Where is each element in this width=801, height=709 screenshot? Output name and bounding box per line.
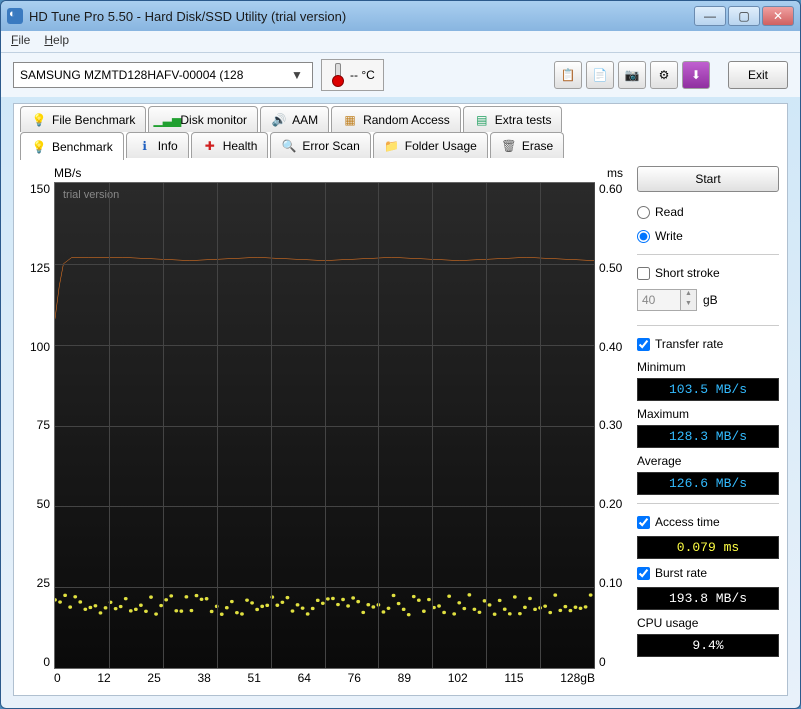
- maximum-label: Maximum: [637, 407, 779, 421]
- temperature-display: -- °C: [321, 59, 384, 91]
- tab-icon: ▤: [474, 112, 490, 128]
- minimum-value: 103.5 MB/s: [637, 378, 779, 401]
- minimize-button[interactable]: —: [694, 6, 726, 26]
- tab-icon: 💡: [31, 139, 47, 155]
- menu-help[interactable]: Help: [44, 33, 69, 50]
- exit-button[interactable]: Exit: [728, 61, 788, 89]
- access-time-value: 0.079 ms: [637, 536, 779, 559]
- cpu-usage-label: CPU usage: [637, 616, 779, 630]
- tab-icon: ✚: [202, 138, 218, 154]
- tab-error-scan[interactable]: 🔍 Error Scan: [270, 132, 370, 158]
- device-select-value: SAMSUNG MZMTD128HAFV-00004 (128: [20, 68, 288, 82]
- short-stroke-value: 40: [638, 293, 680, 307]
- x-axis: 012253851647689102115128gB: [54, 669, 595, 687]
- tab-label: File Benchmark: [52, 113, 135, 127]
- burst-rate-checkbox[interactable]: [637, 567, 650, 580]
- cpu-usage-value: 9.4%: [637, 634, 779, 657]
- short-stroke-input[interactable]: 40 ▲▼: [637, 289, 697, 311]
- read-label: Read: [655, 205, 684, 219]
- menu-file[interactable]: File: [11, 33, 30, 50]
- transfer-rate-label: Transfer rate: [655, 337, 723, 351]
- save-button[interactable]: ⬇: [682, 61, 710, 89]
- minimum-label: Minimum: [637, 360, 779, 374]
- y-left-label: MB/s: [54, 166, 81, 180]
- short-stroke-unit: gB: [703, 293, 718, 307]
- device-select[interactable]: SAMSUNG MZMTD128HAFV-00004 (128 ▼: [13, 62, 313, 88]
- temperature-value: -- °C: [350, 68, 375, 82]
- tab-icon: 🔍: [281, 138, 297, 154]
- tab-health[interactable]: ✚ Health: [191, 132, 269, 158]
- titlebar[interactable]: HD Tune Pro 5.50 - Hard Disk/SSD Utility…: [1, 1, 800, 31]
- burst-rate-label: Burst rate: [655, 566, 707, 580]
- burst-rate-value: 193.8 MB/s: [637, 587, 779, 610]
- tab-icon: ▁▃▅: [159, 112, 175, 128]
- tab-row-bottom: 💡 Benchmark ℹ Info ✚ Health 🔍 Error Scan 📁 Folder…: [20, 132, 781, 160]
- side-panel: Start Read Write Short stroke 40 ▲▼ gB T…: [637, 166, 779, 687]
- tab-icon: 💡: [31, 112, 47, 128]
- toolbar: SAMSUNG MZMTD128HAFV-00004 (128 ▼ -- °C …: [1, 53, 800, 97]
- tab-benchmark[interactable]: 💡 Benchmark: [20, 132, 124, 160]
- tab-label: Benchmark: [52, 140, 113, 154]
- chevron-down-icon: ▼: [288, 68, 306, 82]
- copy-screenshot-button[interactable]: 📄: [586, 61, 614, 89]
- transfer-rate-checkbox[interactable]: [637, 338, 650, 351]
- tab-icon: 🗑: [501, 138, 517, 154]
- tab-folder-usage[interactable]: 📁 Folder Usage: [373, 132, 488, 158]
- thermometer-icon: [330, 63, 344, 87]
- tab-label: Health: [223, 139, 258, 153]
- spin-up-icon[interactable]: ▲: [680, 290, 696, 300]
- tab-icon: ▦: [342, 112, 358, 128]
- y-axis-left: 1501251007550250: [22, 182, 54, 669]
- tab-disk-monitor[interactable]: ▁▃▅ Disk monitor: [148, 106, 258, 132]
- copy-info-button[interactable]: 📋: [554, 61, 582, 89]
- access-time-checkbox[interactable]: [637, 516, 650, 529]
- tab-label: Error Scan: [302, 139, 359, 153]
- menubar: File Help: [1, 31, 800, 53]
- app-icon: [7, 8, 23, 24]
- tab-aam[interactable]: 🔊 AAM: [260, 106, 329, 132]
- y-axis-right: 0.600.500.400.300.200.100: [595, 182, 629, 669]
- tab-extra-tests[interactable]: ▤ Extra tests: [463, 106, 563, 132]
- tab-label: AAM: [292, 113, 318, 127]
- access-time-label: Access time: [655, 515, 720, 529]
- start-button[interactable]: Start: [637, 166, 779, 192]
- tab-label: Disk monitor: [180, 113, 247, 127]
- tab-label: Erase: [522, 139, 553, 153]
- tab-file-benchmark[interactable]: 💡 File Benchmark: [20, 106, 146, 132]
- tab-label: Random Access: [363, 113, 450, 127]
- chart-plot: trial version: [54, 182, 595, 669]
- maximize-button[interactable]: ▢: [728, 6, 760, 26]
- options-button[interactable]: ⚙: [650, 61, 678, 89]
- read-radio[interactable]: [637, 206, 650, 219]
- tab-erase[interactable]: 🗑 Erase: [490, 132, 564, 158]
- tab-label: Info: [158, 139, 178, 153]
- average-value: 126.6 MB/s: [637, 472, 779, 495]
- tab-icon: ℹ: [137, 138, 153, 154]
- screenshot-button[interactable]: 📷: [618, 61, 646, 89]
- write-label: Write: [655, 229, 683, 243]
- maximum-value: 128.3 MB/s: [637, 425, 779, 448]
- average-label: Average: [637, 454, 779, 468]
- write-radio[interactable]: [637, 230, 650, 243]
- short-stroke-checkbox[interactable]: [637, 267, 650, 280]
- window-title: HD Tune Pro 5.50 - Hard Disk/SSD Utility…: [29, 9, 694, 24]
- tab-info[interactable]: ℹ Info: [126, 132, 189, 158]
- short-stroke-label: Short stroke: [655, 266, 720, 280]
- spin-down-icon[interactable]: ▼: [680, 300, 696, 310]
- tab-row-top: 💡 File Benchmark ▁▃▅ Disk monitor 🔊 AAM ▦ Rando…: [20, 106, 781, 132]
- tab-icon: 📁: [384, 138, 400, 154]
- tab-icon: 🔊: [271, 112, 287, 128]
- close-button[interactable]: ✕: [762, 6, 794, 26]
- chart-area: MB/s ms 1501251007550250 trial version 0…: [22, 166, 629, 687]
- tab-random-access[interactable]: ▦ Random Access: [331, 106, 461, 132]
- tab-label: Extra tests: [495, 113, 552, 127]
- y-right-label: ms: [607, 166, 623, 180]
- tab-label: Folder Usage: [405, 139, 477, 153]
